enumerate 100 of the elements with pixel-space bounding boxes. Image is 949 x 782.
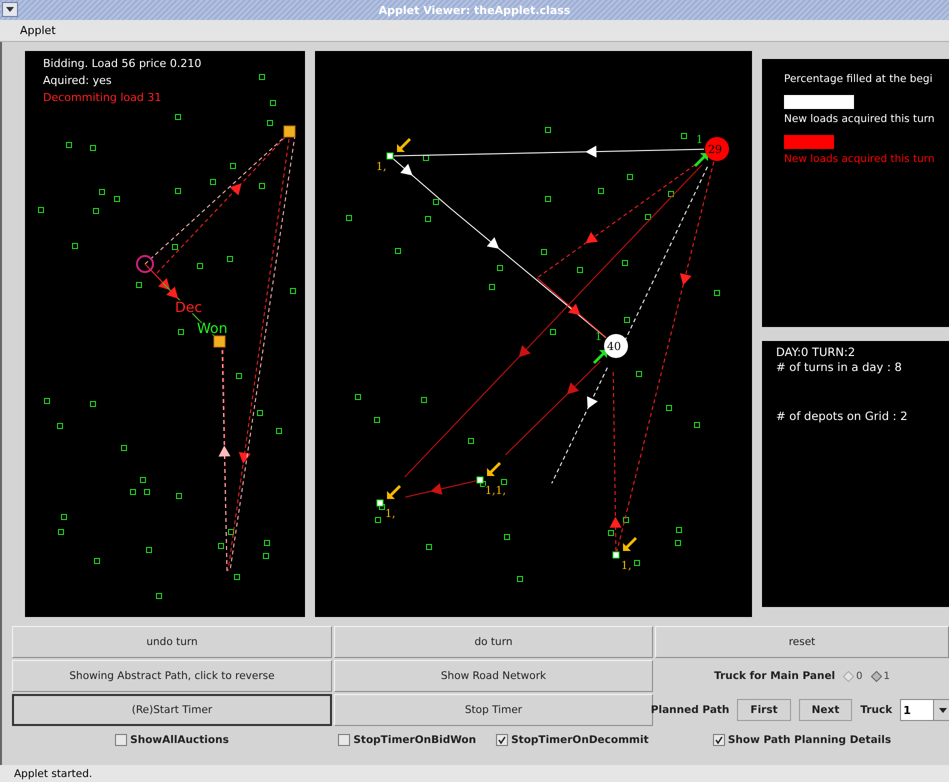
status-line: Bidding. Load 56 price 0.210 [43,57,202,70]
location-marker [267,120,273,126]
stop-label: 1, [376,160,386,173]
location-marker [121,445,127,451]
location-marker [197,263,203,269]
window-menu-button[interactable] [2,2,18,17]
location-marker [375,517,381,523]
radio-option[interactable]: 1 [870,670,890,682]
location-marker [227,256,233,262]
checkbox-option[interactable]: ShowAllAuctions [115,734,229,746]
fill-percentage: 40 [607,340,621,353]
truck-count: 1 [595,330,602,343]
location-marker [175,114,181,120]
location-marker [374,417,380,423]
planned-path-label: Planned Path [650,704,730,716]
fill-percentage: 29 [708,143,722,156]
location-marker [550,329,556,335]
location-marker [676,527,682,533]
location-marker [480,481,486,487]
stop-label: 1, [621,559,632,572]
location-marker [541,249,547,255]
location-marker [72,243,78,249]
location-marker [276,428,282,434]
location-marker [93,208,99,214]
location-marker [136,282,142,288]
path-button[interactable]: First [737,699,791,721]
location-marker [545,127,551,133]
stop-label: 1,1, [485,484,506,497]
truck-dropdown[interactable]: 1 [900,699,949,721]
location-marker [228,529,234,535]
location-marker [675,540,681,546]
location-marker [38,207,44,213]
location-marker [694,422,700,428]
location-marker [270,100,276,106]
location-marker [577,267,583,273]
location-marker [259,74,265,80]
stop-marker [386,152,394,160]
checkbox[interactable] [496,734,508,746]
action-button[interactable]: Showing Abstract Path, click to reverse [12,660,332,692]
location-marker [144,489,150,495]
stop-marker [476,476,484,484]
action-button[interactable]: Show Road Network [334,660,653,692]
location-marker [90,401,96,407]
location-marker [218,543,224,549]
action-button[interactable]: undo turn [12,626,332,658]
location-marker [210,179,216,185]
location-marker [114,196,120,202]
location-marker [176,493,182,499]
truck-selector-label: Truck for Main Panel [714,670,836,682]
location-marker [489,284,495,290]
checkbox-option[interactable]: StopTimerOnBidWon [338,734,476,746]
location-marker [290,288,296,294]
location-marker [608,530,614,536]
location-marker [545,196,551,202]
location-marker [627,174,633,180]
location-marker [468,438,474,444]
checkbox[interactable] [115,734,128,746]
window-title: Applet Viewer: theApplet.class [378,4,570,16]
location-marker [130,489,136,495]
location-marker [421,397,427,403]
location-marker [714,290,720,296]
info-line: DAY:0 TURN:2 [776,345,856,360]
location-marker [175,188,181,194]
checkbox[interactable] [712,734,725,746]
location-marker [146,547,152,553]
location-marker [668,191,674,197]
location-marker [264,540,270,546]
legend-label: New loads acquired this turn [784,153,936,165]
location-marker [598,188,604,194]
path-button[interactable]: Next [798,699,852,721]
location-marker [355,394,361,400]
stop-marker [612,552,620,558]
menu-item[interactable]: Applet [20,24,56,37]
location-marker [666,405,672,411]
location-marker [178,329,184,335]
pointer-arrow-icon [397,138,411,152]
location-marker [423,155,429,161]
location-marker [140,477,146,483]
info-line: # of depots on Grid : 2 [776,409,909,424]
radio-option[interactable]: 0 [843,670,863,682]
legend-label: New loads acquired this turn [784,113,936,125]
status-line: Aquired: yes [43,74,112,87]
location-marker [257,410,263,416]
location-marker [634,560,640,566]
checkbox-option[interactable]: StopTimerOnDecommit [496,734,649,746]
location-marker [44,398,50,404]
checkbox-option[interactable]: Show Path Planning Details [712,734,892,746]
action-button[interactable]: (Re)Start Timer [12,694,332,726]
caret-icon [6,6,14,12]
action-button[interactable]: do turn [334,626,653,658]
location-marker [504,534,510,540]
checkbox[interactable] [338,734,350,746]
pointer-arrow-icon [387,485,401,499]
location-marker [622,260,628,266]
action-button[interactable]: reset [655,626,949,658]
location-marker [517,576,523,582]
location-marker [156,593,162,599]
location-marker [346,215,352,221]
action-button[interactable]: Stop Timer [334,694,653,726]
status-line: Decommiting load 31 [43,91,162,104]
